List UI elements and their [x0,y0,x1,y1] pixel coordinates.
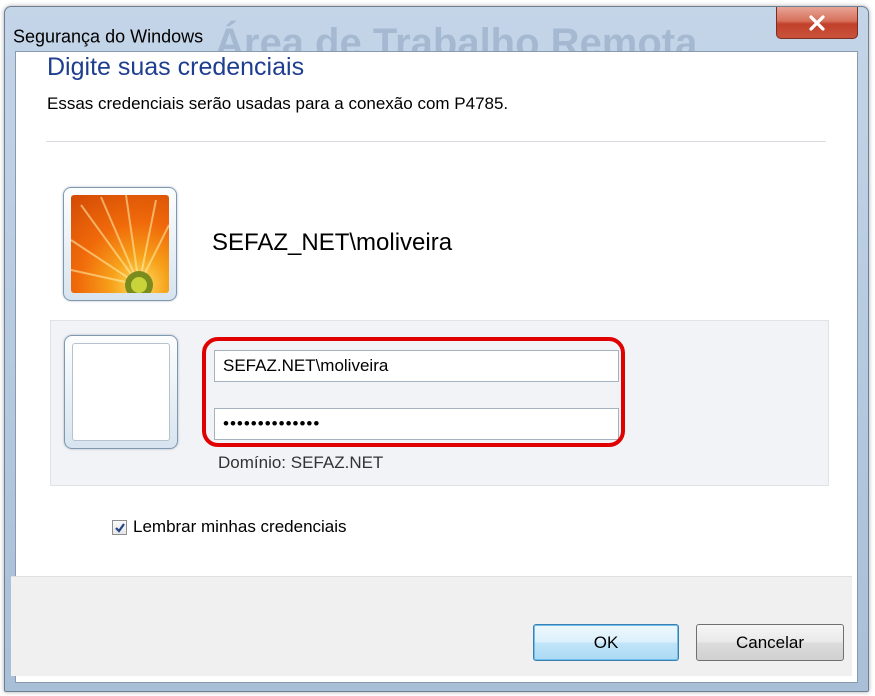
domain-label: Domínio: SEFAZ.NET [218,453,384,472]
password-field[interactable]: •••••••••••••• [214,408,619,440]
saved-account-tile[interactable] [63,187,177,301]
remember-label: Lembrar minhas credenciais [133,517,347,536]
username-field[interactable] [214,350,619,382]
close-icon [809,14,825,31]
checkmark-icon [115,522,125,533]
window-title: Segurança do Windows [13,26,204,47]
close-button[interactable] [776,7,858,39]
new-credential-tile[interactable] [64,335,178,449]
dialog-heading: Digite suas credenciais [47,53,305,81]
title-bar: Segurança do Windows [5,7,868,47]
cancel-button[interactable]: Cancelar [696,624,844,661]
account-display-name[interactable]: SEFAZ_NET\moliveira [212,229,452,257]
ok-button[interactable]: OK [533,624,679,661]
blank-user-icon [72,343,170,441]
divider [46,141,826,142]
dialog-subtext: Essas credenciais serão usadas para a co… [47,94,509,113]
remember-credentials-option[interactable]: Lembrar minhas credenciais [112,517,347,537]
flower-avatar-icon [71,195,169,293]
remember-checkbox[interactable] [112,519,127,535]
